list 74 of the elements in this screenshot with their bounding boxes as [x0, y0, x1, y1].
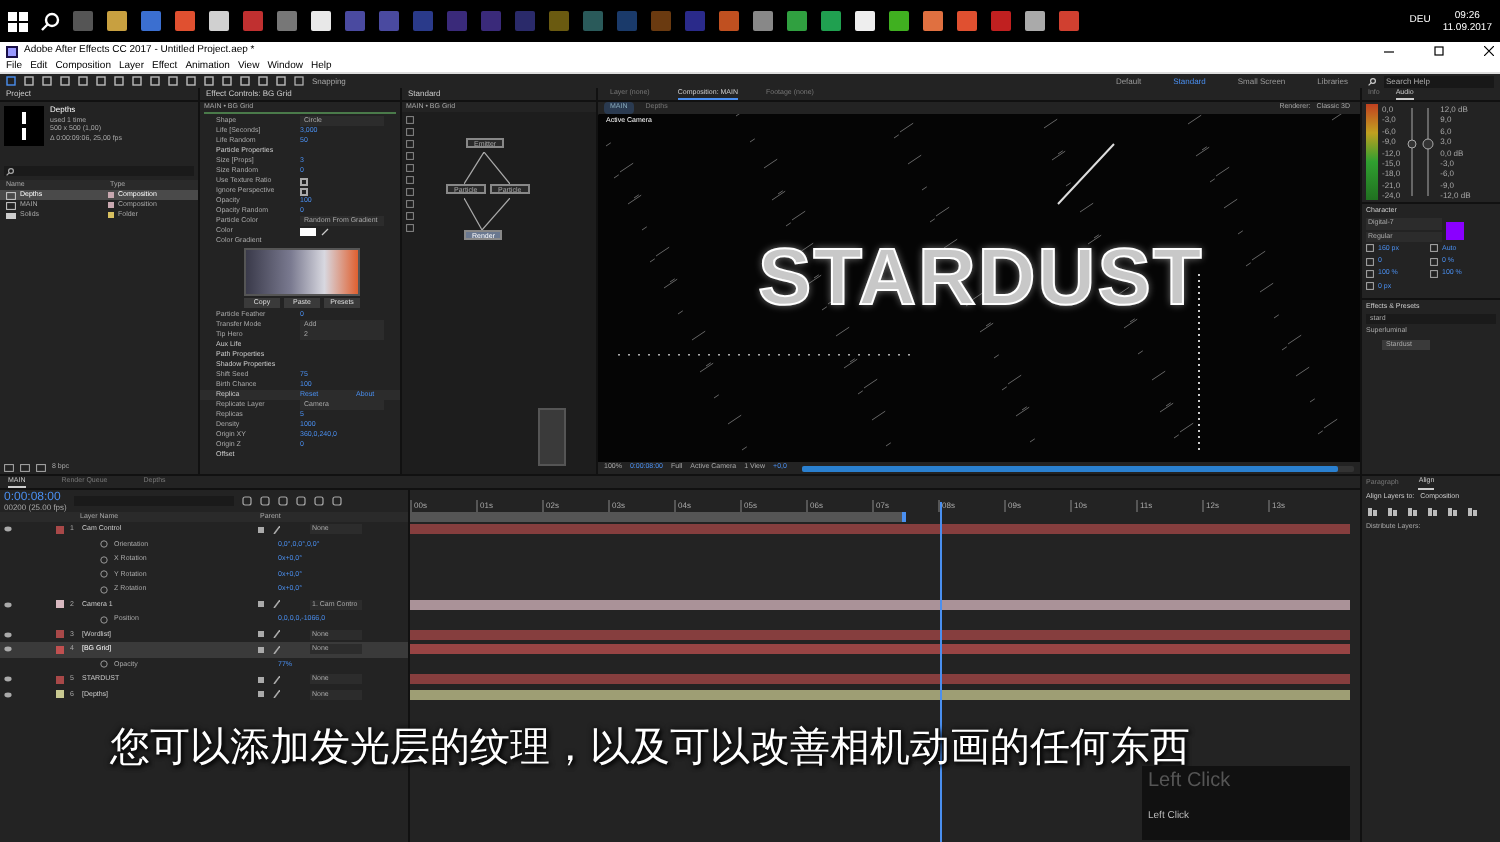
app-logo-icon: [6, 45, 18, 57]
app-icon: [514, 10, 536, 32]
app-icon: [446, 10, 468, 32]
mini-panel: [538, 408, 566, 466]
app-icon: [718, 10, 740, 32]
app-icon: [140, 10, 162, 32]
app-icon: [242, 10, 264, 32]
connector-line: [484, 152, 510, 184]
maximize-icon: [1434, 46, 1444, 56]
stopwatch-icon: [100, 660, 108, 669]
app-icon: [378, 10, 400, 32]
search-icon: [1368, 77, 1376, 85]
app-icon: [344, 10, 366, 32]
connector-line: [464, 152, 484, 184]
align-icon: [1386, 506, 1398, 518]
layer-switches-icon: [258, 525, 280, 534]
search-icon: [6, 167, 14, 175]
layer-switches-icon: [258, 690, 280, 699]
align-icon: [1466, 506, 1478, 518]
app-icon: [412, 10, 434, 32]
project-search-field[interactable]: [4, 166, 194, 176]
app-icon: [1058, 10, 1080, 32]
property-checkbox[interactable]: [300, 177, 308, 185]
layer-duration-bar[interactable]: [410, 599, 1350, 610]
app-icon: [616, 10, 638, 32]
app-icon: [1024, 10, 1046, 32]
app-icon: [72, 10, 94, 32]
comp-thumbnail-drawing: [4, 106, 44, 146]
app-icon: [990, 10, 1012, 32]
app-icon: [684, 10, 706, 32]
windows-icon: [8, 11, 28, 31]
property-checkbox[interactable]: [300, 187, 308, 195]
color-swatch[interactable]: [300, 227, 316, 235]
layer-switches-icon: [258, 600, 280, 609]
app-icon: [820, 10, 842, 32]
app-icon: [310, 10, 332, 32]
audio-meter: [1366, 104, 1378, 200]
align-icon: [1426, 506, 1438, 518]
eye-icon: [4, 526, 12, 533]
app-icon: [208, 10, 230, 32]
minimize-icon: [1384, 46, 1394, 56]
gradient-preview[interactable]: [244, 248, 360, 296]
layer-switches-icon: [258, 630, 280, 639]
eye-icon: [4, 601, 12, 608]
checkbox-icon: [294, 76, 304, 86]
eyedropper-icon: [320, 227, 330, 235]
app-icon: [752, 10, 774, 32]
align-icon: [1406, 506, 1418, 518]
app-icon: [106, 10, 128, 32]
close-icon: [1484, 46, 1494, 56]
folder-icon: [6, 211, 16, 219]
app-icon: [888, 10, 910, 32]
popup-title: Left Click: [1148, 770, 1233, 794]
app-icon: [650, 10, 672, 32]
volume-sliders-drawing: [1404, 104, 1437, 200]
app-icon: [786, 10, 808, 32]
layer-switches-icon: [258, 675, 280, 684]
app-icon: [276, 10, 298, 32]
align-icon: [1446, 506, 1458, 518]
app-icon: [854, 10, 876, 32]
search-icon: [40, 11, 60, 31]
layer-switches-icon: [258, 645, 280, 654]
layer-duration-bar[interactable]: [410, 644, 1350, 655]
align-icon: [1366, 506, 1378, 518]
app-icon: [582, 10, 604, 32]
app-icon: [548, 10, 570, 32]
stopwatch-icon: [100, 615, 108, 624]
app-icon: [174, 10, 196, 32]
layer-duration-bar[interactable]: [410, 689, 1350, 700]
fill-color-swatch[interactable]: [1446, 221, 1464, 239]
app-icon: [480, 10, 502, 32]
app-icon: [922, 10, 944, 32]
stardust-title-text: STARDUST: [758, 232, 1204, 326]
app-icon: [956, 10, 978, 32]
